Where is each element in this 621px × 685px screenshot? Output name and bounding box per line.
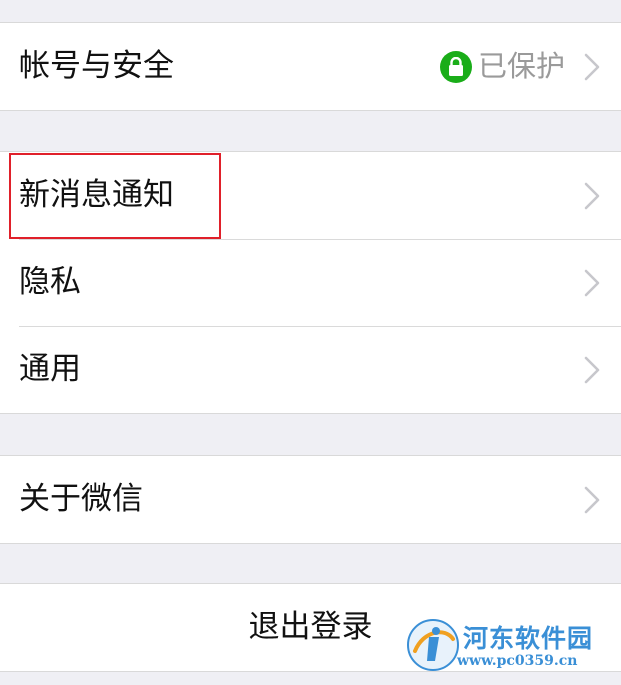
chevron-right-icon <box>584 486 600 513</box>
lock-icon <box>439 50 472 83</box>
new-message-notification-row[interactable]: 新消息通知 <box>0 152 621 239</box>
chevron-right-icon <box>584 53 600 80</box>
general-row[interactable]: 通用 <box>0 326 621 413</box>
notification-group: 新消息通知 隐私 通用 <box>0 151 621 414</box>
logout-button[interactable]: 退出登录 <box>0 584 621 671</box>
chevron-right-icon <box>584 356 600 383</box>
chevron-right-icon <box>584 182 600 209</box>
protected-status: 已保护 <box>439 49 565 83</box>
new-message-notification-label: 新消息通知 <box>19 177 174 213</box>
about-group: 关于微信 <box>0 455 621 544</box>
logout-label: 退出登录 <box>248 609 373 645</box>
privacy-label: 隐私 <box>19 264 81 300</box>
privacy-row[interactable]: 隐私 <box>0 239 621 326</box>
account-security-row[interactable]: 帐号与安全 已保护 <box>0 23 621 110</box>
account-security-label: 帐号与安全 <box>19 48 174 84</box>
settings-page: 帐号与安全 已保护 新消息通知 隐私 通用 关于微信 退出登录 河东软件园 ww… <box>0 0 621 685</box>
about-wechat-row[interactable]: 关于微信 <box>0 456 621 543</box>
general-label: 通用 <box>19 351 81 387</box>
chevron-right-icon <box>584 269 600 296</box>
about-wechat-label: 关于微信 <box>19 481 143 517</box>
status-text: 已保护 <box>477 49 565 83</box>
logout-group: 退出登录 <box>0 583 621 672</box>
account-group: 帐号与安全 已保护 <box>0 22 621 111</box>
